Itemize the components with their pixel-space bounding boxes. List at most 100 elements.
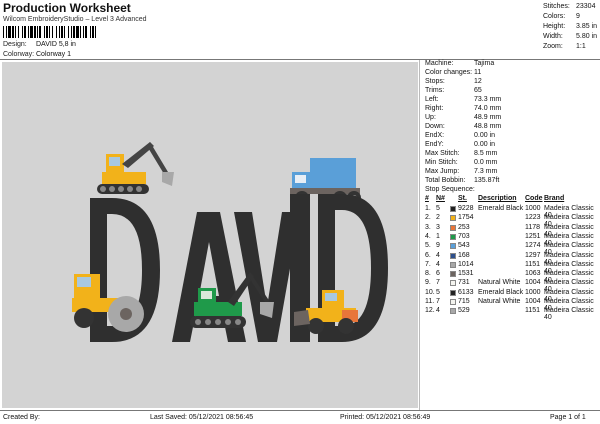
stat-label: Color changes: [425,69,473,76]
last-saved: Last Saved: 05/12/2021 08:56:45 [150,414,254,421]
header-n: N# [436,195,445,202]
stat-label: Right: [425,105,444,112]
thread-code: 1004 [525,279,541,287]
thread-code: 1297 [525,251,541,259]
color-swatch-icon [450,308,456,315]
stat-value: 7.3 mm [474,168,498,175]
row-number: 12. [425,307,435,315]
stat-label: Stops: [425,78,445,85]
row-number: 9. [425,279,431,287]
thread-description: Emerald Black [478,288,524,296]
stat-value: 0.0 mm [474,159,498,166]
thread-code: 1178 [525,223,541,231]
stat-value: Tajima [474,60,495,67]
stat-value: 0.00 in [474,132,496,139]
page-title: Production Worksheet [3,1,131,15]
thread-code: 1151 [525,307,541,315]
design-label: Design: [3,41,27,48]
stitch-count: 731 [458,279,470,287]
needle-number: 6 [436,270,440,278]
road-roller-icon [72,274,144,332]
thread-code: 1063 [525,270,541,278]
needle-number: 4 [436,307,440,315]
color-swatch-icon [450,224,456,231]
color-swatch-icon [450,206,456,212]
needle-number: 9 [436,242,440,250]
row-number: 8. [425,270,431,278]
row-number: 7. [425,260,431,268]
stat-value: 11 [474,69,482,76]
color-swatch-icon [450,299,456,305]
color-swatch-icon [450,243,456,250]
stitch-count: 1014 [458,260,474,268]
stat-stitches: Stitches: 23304 [543,3,596,10]
stat-value: 65 [474,87,482,94]
row-number: 6. [425,251,431,259]
row-number: 3. [425,223,431,231]
stitch-count: 703 [458,232,470,240]
stat-label: Trims: [425,87,445,94]
color-swatch-icon [450,280,456,287]
header-brand: Brand [544,195,565,202]
thread-brand: Madeira Classic 40 [544,307,594,322]
stat-height: Height: 3.85 in [543,23,598,30]
stat-label: Left: [425,96,439,103]
stitch-count: 253 [458,223,470,231]
color-swatch-icon [450,289,456,296]
stat-label: Min Stitch: [425,159,458,166]
design-preview [72,142,388,342]
stat-label: Down: [425,123,445,130]
page-footer: Created By: Last Saved: 05/12/2021 08:56… [0,410,600,424]
created-by: Created By: [3,414,40,421]
colorway-label: Colorway: [3,51,35,58]
colorway-value: Colorway 1 [36,51,72,58]
needle-number: 3 [436,223,440,231]
needle-number: 7 [436,298,440,305]
needle-number: 4 [436,251,440,259]
stat-label: Total Bobbin: [425,177,466,184]
page-number: Page 1 of 1 [550,414,586,421]
color-swatch-icon [450,233,456,240]
needle-number: 5 [436,288,440,296]
row-number: 1. [425,205,431,212]
thread-description: Natural White [478,298,521,305]
thread-description: Emerald Black [478,205,524,212]
stat-label: Max Stitch: [425,150,460,157]
printed-date: Printed: 05/12/2021 08:56:49 [340,414,431,421]
design-value: DAVID 5,8 in [36,41,76,48]
row-number: 10. [425,288,435,296]
details-panel: Machine: Tajima Color changes: 11 Stops: 12 Tr… [422,60,600,410]
needle-number: 2 [436,214,440,222]
stat-colors: Colors: 9 [543,13,580,20]
design-canvas [2,62,418,408]
header-code: Code [525,195,543,202]
barcode [3,26,159,38]
stat-label: EndY: [425,141,444,148]
thread-code: 1000 [525,288,541,296]
color-swatch-icon [450,261,456,268]
stat-label: Machine: [425,60,454,67]
stitch-count: 715 [458,298,470,305]
header-st: St. [458,195,467,202]
top-stats: Stitches: 23304 Colors: 9 Height: 3.85 in W… [543,3,600,53]
panel-divider [419,60,420,410]
stitch-count: 6133 [458,288,474,296]
needle-number: 4 [436,260,440,268]
stat-value: 73.3 mm [474,96,502,103]
needle-number: 7 [436,279,440,287]
stitch-count: 9228 [458,205,474,212]
header-num: # [425,195,429,202]
color-swatch-icon [450,271,456,278]
header-desc: Description [478,195,517,202]
stitch-count: 168 [458,251,470,259]
stat-value: 0.00 in [474,141,496,148]
stat-label: Max Jump: [425,168,460,175]
color-swatch-icon [450,252,456,259]
thread-code: 1151 [525,260,541,268]
stat-value: 74.0 mm [474,105,502,112]
stitch-count: 1754 [458,214,474,222]
stitch-count: 529 [458,307,470,315]
thread-code: 1223 [525,214,541,222]
row-number: 4. [425,232,431,240]
stat-value: 12 [474,78,482,85]
